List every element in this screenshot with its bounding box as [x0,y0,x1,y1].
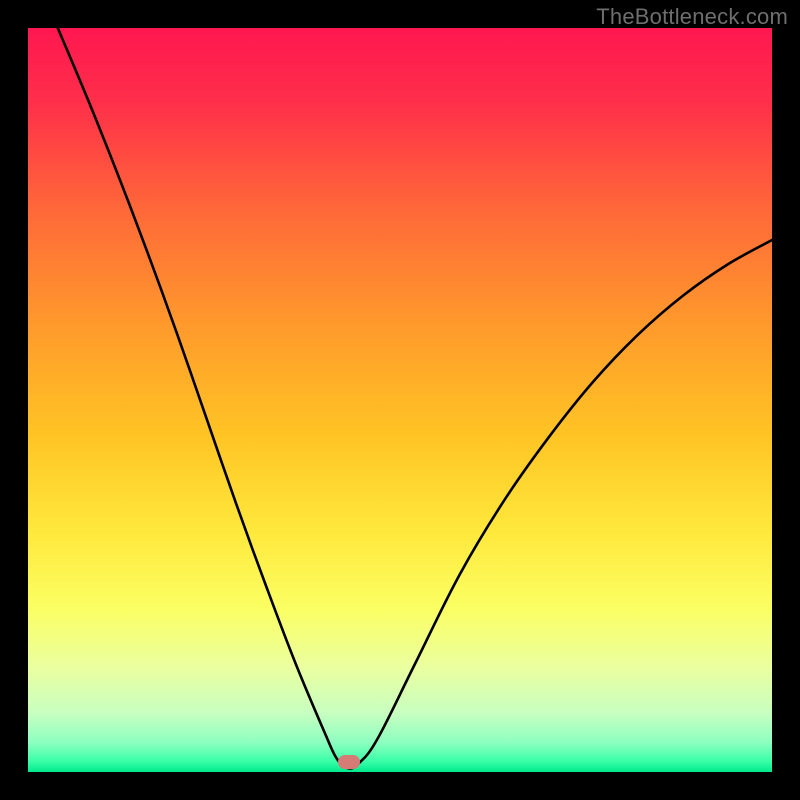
plot-area [28,28,772,772]
chart-frame: TheBottleneck.com [0,0,800,800]
gradient-background [28,28,772,772]
watermark-text: TheBottleneck.com [596,4,788,30]
minimum-marker [338,755,360,769]
chart-svg [28,28,772,772]
